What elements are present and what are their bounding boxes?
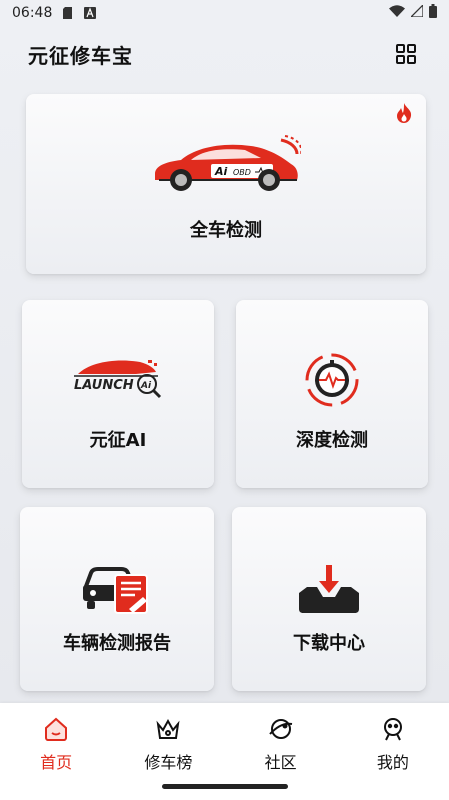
download-card[interactable]: 下载中心: [232, 507, 426, 691]
full-check-card[interactable]: Ai OBD 全车检测: [26, 94, 426, 274]
signal-icon: [409, 3, 424, 21]
launch-ai-icon: LAUNCH Ai: [70, 352, 166, 404]
battery-icon: [429, 4, 437, 22]
tab-home[interactable]: 首页: [0, 703, 112, 800]
home-indicator[interactable]: [162, 784, 288, 789]
wifi-icon: [389, 5, 405, 21]
download-tray-icon: [297, 563, 361, 619]
deep-check-card[interactable]: 深度检测: [236, 300, 428, 488]
planet-icon: [268, 715, 294, 743]
status-time: 06:48: [12, 5, 53, 21]
car-obd-icon: Ai OBD: [151, 134, 303, 200]
tab-label-ranking: 修车榜: [144, 753, 193, 772]
status-bar: 06:48: [0, 0, 449, 26]
tab-label-profile: 我的: [376, 753, 409, 772]
deep-check-label: 深度检测: [296, 430, 368, 451]
fire-icon: [394, 102, 414, 128]
home-icon: [43, 715, 69, 743]
app-header: 元征修车宝: [0, 34, 449, 74]
car-obd-text: OBD: [233, 168, 251, 177]
grid-icon[interactable]: [393, 41, 419, 67]
launch-text: LAUNCH: [74, 378, 134, 393]
a-notification-icon: [84, 7, 97, 19]
vehicle-report-icon: [81, 559, 153, 619]
full-check-label: 全车检测: [190, 220, 262, 241]
crown-icon: [155, 715, 181, 743]
launch-ai-text: Ai: [140, 381, 152, 391]
car-ai-text: Ai: [214, 165, 228, 178]
sd-card-icon: [62, 7, 74, 19]
tab-profile[interactable]: 我的: [337, 703, 449, 800]
ai-card[interactable]: LAUNCH Ai 元征AI: [22, 300, 214, 488]
download-label: 下载中心: [293, 633, 365, 654]
report-card[interactable]: 车辆检测报告: [20, 507, 214, 691]
tab-label-community: 社区: [264, 753, 297, 772]
ai-label: 元征AI: [89, 430, 147, 451]
report-label: 车辆检测报告: [63, 633, 171, 654]
user-icon: [380, 715, 406, 743]
page-title: 元征修车宝: [28, 43, 133, 68]
deep-diagnosis-icon: [304, 352, 360, 412]
tab-label-home: 首页: [40, 753, 73, 772]
